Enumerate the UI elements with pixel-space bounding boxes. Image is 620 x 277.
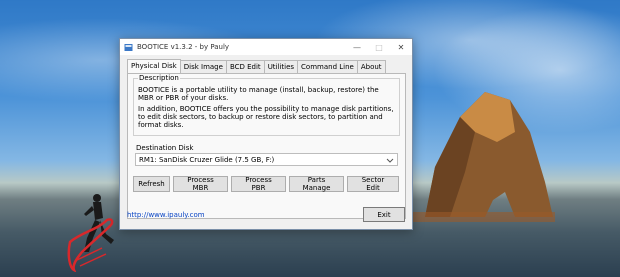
destination-disk-label: Destination Disk bbox=[136, 144, 194, 152]
exit-button[interactable]: Exit bbox=[363, 207, 405, 222]
description-paragraph-2: In addition, BOOTICE offers you the poss… bbox=[138, 105, 394, 129]
chevron-down-icon bbox=[386, 158, 394, 163]
process-mbr-button[interactable]: Process MBR bbox=[173, 176, 228, 192]
rock-arch-image bbox=[405, 92, 555, 222]
tab-command-line[interactable]: Command Line bbox=[297, 60, 358, 73]
tab-disk-image[interactable]: Disk Image bbox=[179, 60, 227, 73]
description-group: Description BOOTICE is a portable utilit… bbox=[133, 74, 400, 136]
minimize-icon[interactable]: — bbox=[346, 39, 368, 55]
sector-edit-button[interactable]: Sector Edit bbox=[347, 176, 399, 192]
parts-manage-button[interactable]: Parts Manage bbox=[289, 176, 344, 192]
tab-about[interactable]: About bbox=[356, 60, 386, 73]
app-icon bbox=[124, 43, 133, 51]
refresh-button[interactable]: Refresh bbox=[133, 176, 170, 192]
window-title: BOOTICE v1.3.2 - by Pauly bbox=[137, 43, 230, 51]
action-button-row: Refresh Process MBR Process PBR Parts Ma… bbox=[133, 176, 399, 192]
process-pbr-button[interactable]: Process PBR bbox=[231, 176, 286, 192]
tab-bcd-edit[interactable]: BCD Edit bbox=[225, 60, 265, 73]
title-bar[interactable]: BOOTICE v1.3.2 - by Pauly — □ ✕ bbox=[120, 39, 412, 55]
tab-strip: Physical Disk Disk Image BCD Edit Utilit… bbox=[127, 59, 386, 73]
tab-physical-disk[interactable]: Physical Disk bbox=[127, 59, 181, 73]
description-paragraph-1: BOOTICE is a portable utility to manage … bbox=[138, 86, 379, 102]
description-title: Description bbox=[138, 74, 180, 82]
destination-disk-select[interactable]: RM1: SanDisk Cruzer Glide (7.5 GB, F:) bbox=[135, 153, 398, 166]
bootice-window: BOOTICE v1.3.2 - by Pauly — □ ✕ Physical… bbox=[119, 38, 413, 230]
tab-utilities[interactable]: Utilities bbox=[263, 60, 299, 73]
close-icon[interactable]: ✕ bbox=[390, 39, 412, 55]
physical-disk-panel: Description BOOTICE is a portable utilit… bbox=[127, 73, 406, 219]
maximize-icon[interactable]: □ bbox=[368, 39, 390, 55]
destination-disk-value: RM1: SanDisk Cruzer Glide (7.5 GB, F:) bbox=[139, 155, 275, 164]
website-link[interactable]: http://www.ipauly.com bbox=[127, 211, 205, 219]
